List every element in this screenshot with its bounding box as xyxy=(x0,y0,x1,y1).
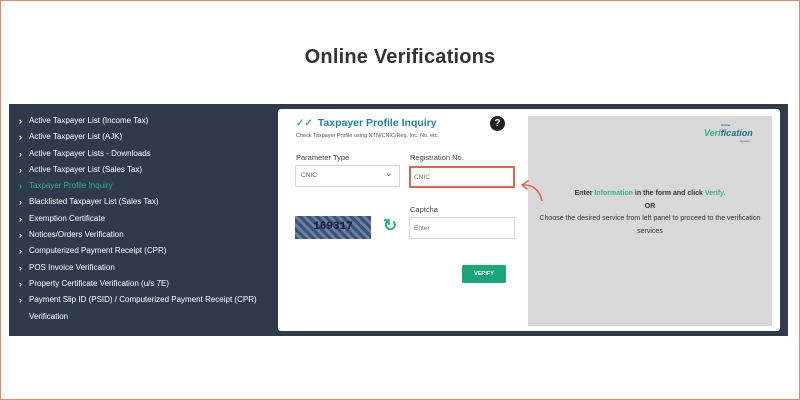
chevron-right-icon: › xyxy=(19,132,22,143)
sidebar-item-label: Active Taxpayer Lists - Downloads xyxy=(29,148,151,158)
sidebar-item[interactable]: › Exemption Certificate xyxy=(19,211,269,227)
chevron-right-icon: › xyxy=(19,278,22,289)
chevron-right-icon: › xyxy=(19,116,22,126)
inquiry-form: ✓✓ Taxpayer Profile Inquiry Check Taxpay… xyxy=(278,109,528,331)
sidebar-item[interactable]: › POS Invoice Verification xyxy=(19,260,269,276)
sidebar-item-label: Active Taxpayer List (Income Tax) xyxy=(29,116,149,125)
sidebar-item[interactable]: › Notices/Orders Verification xyxy=(19,227,269,243)
sidebar-item-label: Notices/Orders Verification xyxy=(29,230,124,240)
parameter-type-select[interactable]: CNIC ⌄ xyxy=(295,165,400,187)
form-title-text: Taxpayer Profile Inquiry xyxy=(317,117,437,129)
parameter-type-label: Parameter Type xyxy=(296,153,350,162)
chevron-right-icon: › xyxy=(19,181,22,192)
verify-button[interactable]: VERIFY xyxy=(462,265,506,283)
logo-bottom-text: System xyxy=(740,139,751,143)
parameter-type-value: CNIC xyxy=(301,172,317,179)
page-title: Online Verifications xyxy=(304,46,496,68)
sidebar-item-label: Blacklisted Taxpayer List (Sales Tax) xyxy=(29,197,159,207)
registration-label: Registration No. xyxy=(410,153,464,162)
sidebar-item[interactable]: Verification xyxy=(19,309,269,325)
sidebar-item-label: Active Taxpayer List (AJK) xyxy=(29,132,123,142)
chevron-right-icon: › xyxy=(19,262,22,273)
sidebar-item-label: Computerized Payment Receipt (CPR) xyxy=(29,246,167,256)
info-line-3: Choose the desired service from left pan… xyxy=(539,215,761,235)
info-line-or: OR xyxy=(644,202,656,210)
content-card: ✓✓ Taxpayer Profile Inquiry Check Taxpay… xyxy=(278,109,780,331)
chevron-right-icon: › xyxy=(19,230,22,241)
sidebar-item-label: Verification xyxy=(29,311,69,321)
logo-main-text: Verification xyxy=(704,128,753,138)
sidebar-item[interactable]: › Blacklisted Taxpayer List (Sales Tax) xyxy=(19,194,269,210)
logo-top-text: Online xyxy=(721,123,731,127)
sidebar-item[interactable]: › Property Certificate Verification (u/s … xyxy=(19,276,269,292)
form-subtitle: Check Taxpayer Profile using NTN/CNIC/Re… xyxy=(296,133,439,139)
sidebar-item[interactable]: › Computerized Payment Receipt (CPR) xyxy=(19,243,269,259)
chevron-right-icon: › xyxy=(19,246,22,257)
sidebar-item[interactable]: › Active Taxpayer List (Sales Tax) xyxy=(19,162,269,178)
captcha-image: 169317 xyxy=(295,216,371,239)
sidebar-item[interactable]: › Active Taxpayer Lists - Downloads xyxy=(19,146,269,162)
chevron-right-icon: › xyxy=(19,213,22,224)
sidebar-item-label: Exemption Certificate xyxy=(29,213,106,223)
sidebar-item-label: Payment Slip ID (PSID) / Computerized Pa… xyxy=(29,295,257,305)
sidebar-item-label: Active Taxpayer List (Sales Tax) xyxy=(29,164,143,174)
sidebar-item-label: POS Invoice Verification xyxy=(29,262,115,272)
verification-system-logo: Online Verification System xyxy=(704,122,764,146)
chevron-right-icon: › xyxy=(19,197,22,208)
info-line-1: Enter Information in the form and click … xyxy=(574,190,726,197)
form-title: ✓✓ Taxpayer Profile Inquiry xyxy=(296,117,437,129)
sidebar-item[interactable]: › Taxpayer Profile Inquiry xyxy=(19,178,269,194)
info-panel: Online Verification System Enter Informa… xyxy=(528,116,772,326)
question-circle-icon[interactable]: ? xyxy=(490,116,505,131)
chevron-right-icon: › xyxy=(19,164,22,175)
sidebar-item-label: Taxpayer Profile Inquiry xyxy=(29,181,113,191)
curved-arrow-icon xyxy=(521,180,543,202)
captcha-input[interactable] xyxy=(409,217,515,239)
sidebar-item[interactable]: › Payment Slip ID (PSID) / Computerized P… xyxy=(19,292,269,308)
sidebar-item[interactable]: › Active Taxpayer List (Income Tax) xyxy=(19,113,269,129)
chevron-right-icon: › xyxy=(19,295,22,306)
sidebar: › Active Taxpayer List (Income Tax) › Activ… xyxy=(19,113,269,325)
double-check-icon: ✓✓ xyxy=(296,117,313,129)
registration-input[interactable] xyxy=(409,166,515,188)
refresh-icon[interactable]: ↻ xyxy=(383,217,397,235)
captcha-label: Captcha xyxy=(410,205,438,214)
chevron-right-icon: › xyxy=(19,148,22,159)
chevron-down-icon: ⌄ xyxy=(384,168,393,179)
sidebar-item-label: Property Certificate Verification (u/s 7… xyxy=(29,278,170,288)
info-instructions: Enter Information in the form and click … xyxy=(528,188,772,238)
sidebar-item[interactable]: › Active Taxpayer List (AJK) xyxy=(19,129,269,145)
